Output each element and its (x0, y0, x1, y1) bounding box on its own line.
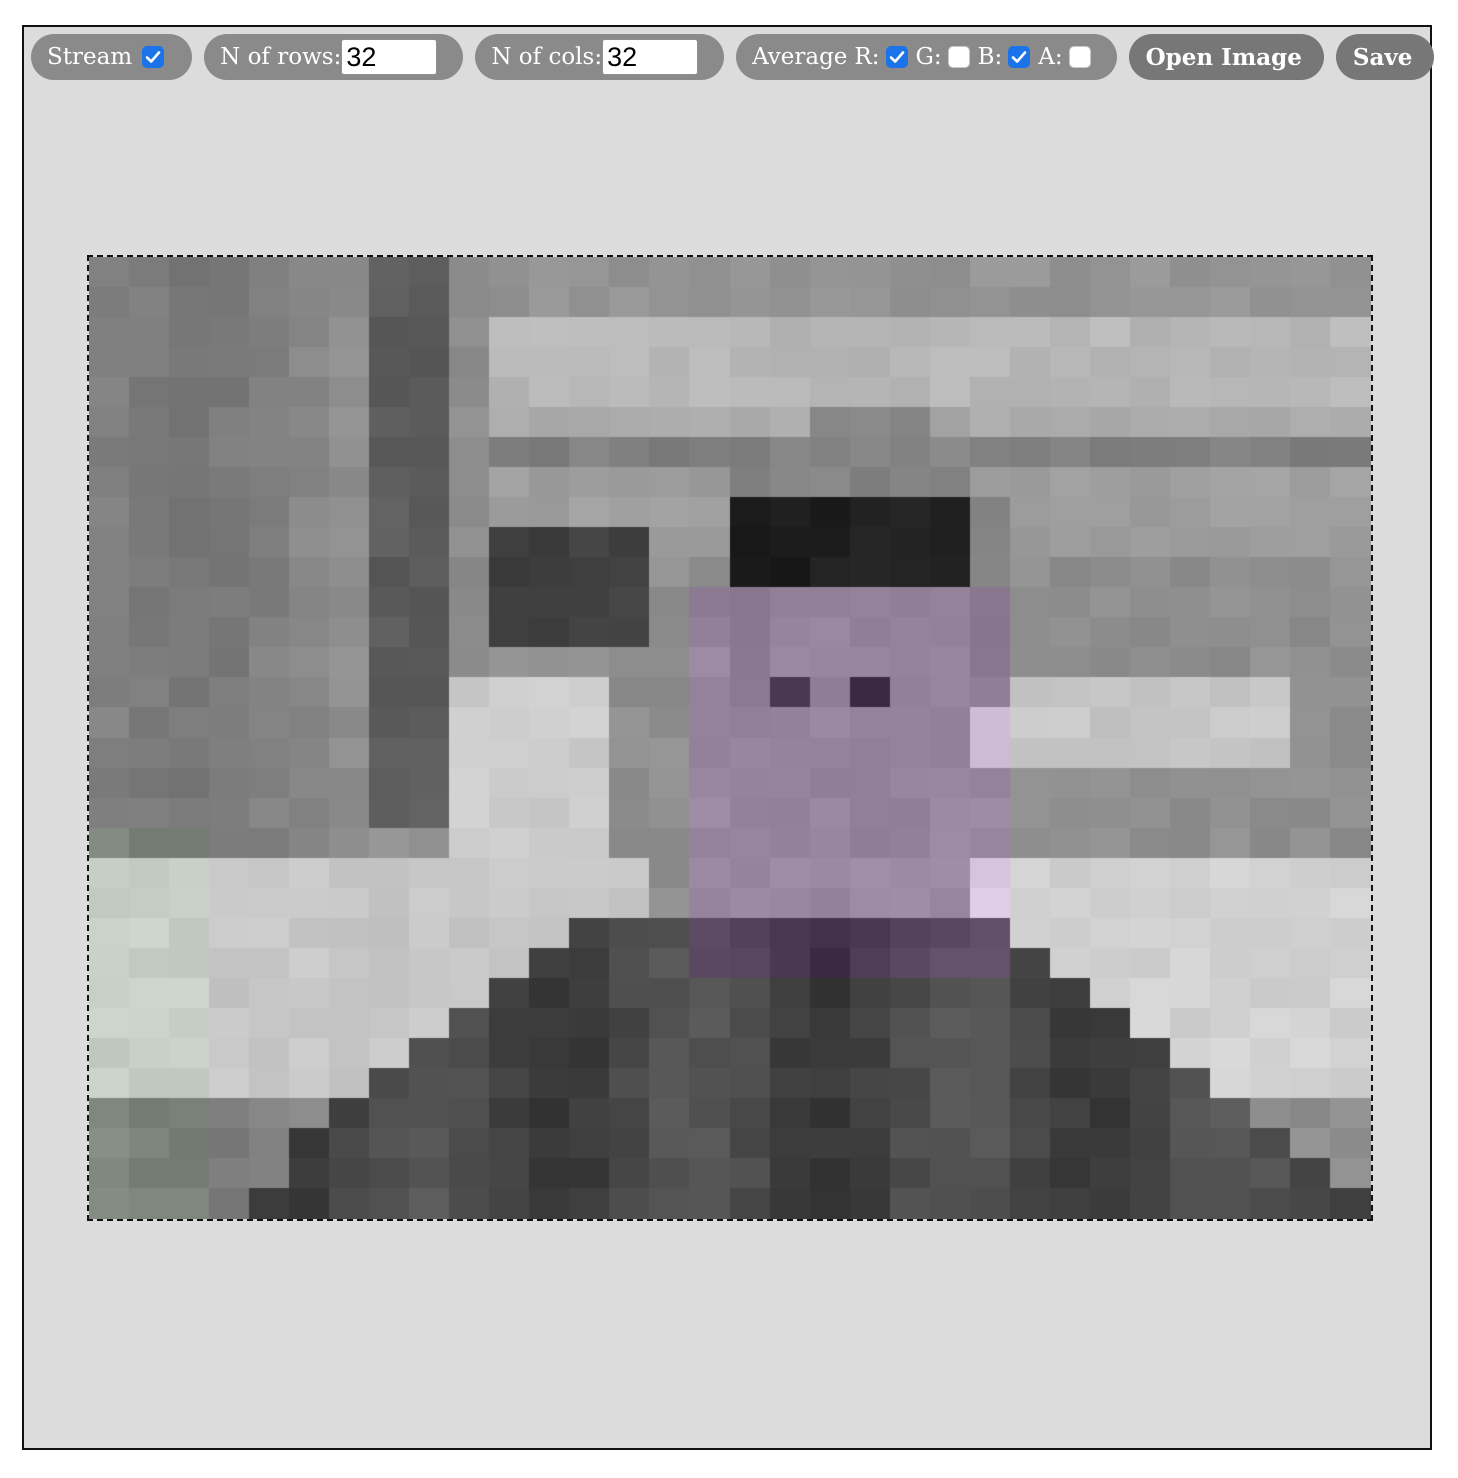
channel-b-label: B: (977, 44, 1003, 70)
pixelated-image (89, 257, 1371, 1219)
channel-g-label: G: (915, 44, 942, 70)
stream-label: Stream (47, 44, 133, 70)
toolbar: Stream N of rows: 32 N of cols: 32 Avera… (31, 34, 1435, 80)
check-icon (145, 51, 161, 63)
cols-input[interactable]: 32 (602, 39, 699, 75)
open-image-button[interactable]: Open Image (1128, 34, 1324, 80)
channel-g-checkbox[interactable] (947, 46, 970, 68)
rows-input[interactable]: 32 (341, 39, 438, 75)
stream-checkbox[interactable] (142, 46, 165, 68)
average-control: Average R: G: B: A: (736, 34, 1117, 80)
save-button[interactable]: Save (1335, 34, 1435, 80)
cols-control: N of cols: 32 (475, 34, 725, 80)
cols-label: N of cols: (491, 44, 603, 70)
average-label: Average (752, 44, 848, 70)
rows-label: N of rows: (220, 44, 342, 70)
channel-a-checkbox[interactable] (1068, 46, 1091, 68)
channel-b-checkbox[interactable] (1008, 46, 1031, 68)
channel-r-checkbox[interactable] (885, 46, 908, 68)
check-icon (889, 51, 904, 63)
check-icon (1011, 51, 1027, 63)
channel-a-label: A: (1038, 44, 1063, 70)
stream-control: Stream (31, 34, 193, 80)
rows-control: N of rows: 32 (204, 34, 464, 80)
app-frame: Stream N of rows: 32 N of cols: 32 Avera… (22, 25, 1435, 1450)
channel-r-label: R: (854, 44, 880, 70)
image-display (87, 255, 1373, 1221)
